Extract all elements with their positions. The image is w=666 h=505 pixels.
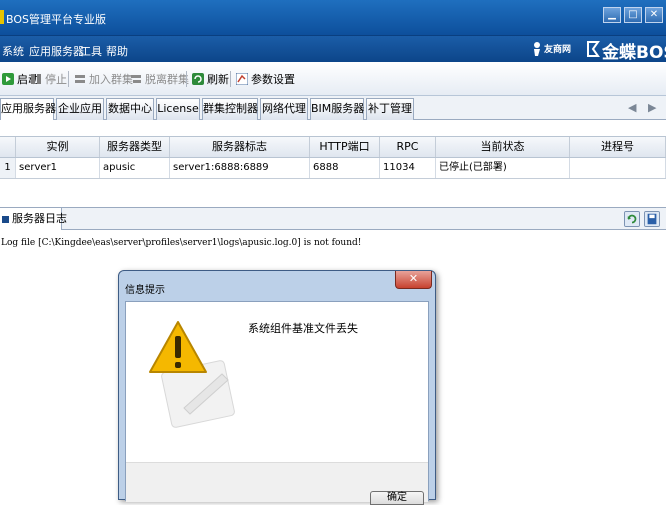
app-icon (0, 10, 4, 24)
cell-rpc: 11034 (380, 158, 436, 178)
header-server-type[interactable]: 服务器类型 (100, 137, 170, 157)
tab-patch-management[interactable]: 补丁管理 (366, 98, 414, 120)
refresh-label: 刷新 (207, 73, 229, 86)
maximize-button[interactable]: □ (624, 7, 642, 23)
cell-server-type: apusic (100, 158, 170, 178)
header-status[interactable]: 当前状态 (436, 137, 570, 157)
title-bar: BOS管理平台专业版 ▁ □ ✕ (0, 0, 666, 36)
play-icon (2, 73, 14, 85)
dialog-body: 系统组件基准文件丢失 确定 (125, 301, 429, 505)
header-http-port[interactable]: HTTP端口 (310, 137, 380, 157)
header-pid[interactable]: 进程号 (570, 137, 666, 157)
tab-data-center[interactable]: 数据中心 (106, 98, 154, 120)
stop-icon (31, 74, 41, 84)
friendfirm-logo-text: 友商网 (544, 45, 572, 55)
dialog-footer: 确定 (126, 462, 428, 505)
leave-cluster-icon (131, 75, 141, 83)
dialog-title: 信息提示 (125, 285, 165, 296)
menu-bar: 系统 应用服务器 工具 帮助 友商网 金蝶BOS (0, 36, 666, 63)
leave-cluster-label: 脱离群集 (145, 73, 189, 86)
dialog-message: 系统组件基准文件丢失 (248, 322, 358, 335)
tab-cluster-controller[interactable]: 群集控制器 (202, 98, 258, 120)
join-cluster-label: 加入群集 (89, 73, 133, 86)
params-label: 参数设置 (251, 73, 295, 86)
message-dialog: 信息提示 ✕ 系统组件基准文件丢失 确定 (118, 270, 436, 505)
window-title: BOS管理平台专业版 (6, 13, 106, 26)
log-tab-label: 服务器日志 (12, 212, 67, 225)
tab-prev-icon[interactable]: ◀ (628, 101, 638, 115)
settings-icon (236, 73, 248, 85)
cell-pid (570, 158, 666, 178)
toolbar: 启动 停止 加入群集 脱离群集 刷新 参数设置 (0, 62, 666, 96)
log-panel-header: 服务器日志 (0, 208, 666, 230)
tab-next-icon[interactable]: ▶ (648, 101, 658, 115)
stop-label: 停止 (45, 73, 67, 86)
log-tab-icon (2, 215, 9, 223)
stop-button[interactable]: 停止 (30, 70, 67, 88)
table-row[interactable]: 1 server1 apusic server1:6888:6889 6888 … (0, 158, 666, 179)
warning-icon (149, 321, 235, 428)
server-table: 实例 服务器类型 服务器标志 HTTP端口 RPC 当前状态 进程号 1 ser… (0, 120, 666, 208)
table-header: 实例 服务器类型 服务器标志 HTTP端口 RPC 当前状态 进程号 (0, 136, 666, 158)
log-line: Log file [C:\Kingdee\eas\server\profiles… (1, 238, 362, 248)
toolbar-separator (186, 71, 187, 87)
ok-button[interactable]: 确定 (370, 491, 424, 505)
tab-app-server[interactable]: 应用服务器 (0, 98, 56, 121)
refresh-icon (192, 73, 204, 85)
join-cluster-icon (75, 75, 85, 83)
join-cluster-button[interactable]: 加入群集 (74, 70, 133, 88)
log-tab[interactable]: 服务器日志 (0, 208, 67, 230)
close-button[interactable]: ✕ (645, 7, 663, 23)
save-log-icon[interactable] (644, 211, 660, 227)
menu-system[interactable]: 系统 (2, 43, 24, 59)
cell-instance: server1 (16, 158, 100, 178)
cell-status: 已停止(已部署) (436, 158, 570, 178)
toolbar-separator (68, 71, 69, 87)
header-instance[interactable]: 实例 (16, 137, 100, 157)
tab-bar: 应用服务器 企业应用 数据中心 License 群集控制器 网络代理 BIM服务… (0, 96, 666, 121)
tab-enterprise-apps[interactable]: 企业应用 (56, 98, 104, 120)
brand-text: 金蝶BOS (602, 43, 666, 63)
refresh-log-icon[interactable] (624, 211, 640, 227)
tab-bim-server[interactable]: BIM服务器 (310, 98, 364, 120)
kingdee-icon (587, 41, 600, 57)
refresh-button[interactable]: 刷新 (192, 70, 229, 88)
header-corner (0, 137, 16, 157)
leave-cluster-button[interactable]: 脱离群集 (130, 70, 189, 88)
menu-tools[interactable]: 工具 (80, 43, 102, 59)
toolbar-separator (230, 71, 231, 87)
header-rpc[interactable]: RPC (380, 137, 436, 157)
params-button[interactable]: 参数设置 (236, 70, 295, 88)
cell-server-flag: server1:6888:6889 (170, 158, 310, 178)
minimize-button[interactable]: ▁ (603, 7, 621, 23)
tab-license[interactable]: License (156, 98, 200, 120)
header-server-flag[interactable]: 服务器标志 (170, 137, 310, 157)
menu-app-server[interactable]: 应用服务器 (29, 43, 84, 59)
row-number: 1 (0, 158, 16, 178)
dialog-close-button[interactable]: ✕ (395, 271, 432, 289)
cell-http-port: 6888 (310, 158, 380, 178)
tab-network-proxy[interactable]: 网络代理 (260, 98, 308, 120)
menu-help[interactable]: 帮助 (106, 43, 128, 59)
